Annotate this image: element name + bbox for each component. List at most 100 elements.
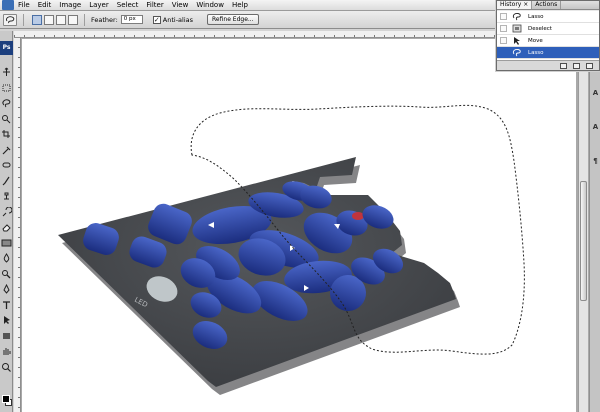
subtract-from-selection-button[interactable] — [56, 14, 66, 25]
menu-layer[interactable]: Layer — [85, 0, 113, 10]
history-brush-icon — [2, 206, 12, 216]
deselect-icon — [512, 24, 522, 33]
pen-icon — [3, 284, 10, 294]
gradient-tool[interactable] — [1, 238, 12, 248]
brush-icon — [2, 176, 10, 185]
history-panel: History × Actions Lasso Deselect Move Lasso — [496, 0, 600, 71]
menu-edit[interactable]: Edit — [34, 0, 56, 10]
clone-stamp-icon — [4, 192, 9, 200]
healing-brush-icon — [2, 162, 11, 168]
tab-history[interactable]: History × — [497, 1, 533, 9]
history-brush-tool[interactable] — [1, 206, 12, 217]
app-badge: Ps — [0, 41, 13, 55]
new-snapshot-icon[interactable] — [573, 62, 580, 69]
menu-file[interactable]: File — [14, 0, 34, 10]
separator — [23, 13, 24, 26]
brush-tool[interactable] — [1, 176, 12, 186]
vertical-ruler[interactable] — [14, 38, 21, 412]
zoom-icon — [2, 362, 11, 372]
feather-label: Feather: — [91, 15, 118, 24]
app-logo-icon — [2, 0, 14, 10]
dodge-tool[interactable] — [1, 269, 12, 279]
type-icon — [3, 300, 10, 309]
foreground-color-swatch[interactable] — [2, 395, 10, 403]
tool-preset-picker[interactable] — [3, 13, 17, 26]
feather-input[interactable]: 0 px — [120, 15, 143, 24]
lasso-tool[interactable] — [1, 98, 12, 108]
dodge-icon — [2, 269, 11, 278]
collapsed-panel-dock: A A ¶ — [589, 71, 600, 412]
gradient-icon — [1, 239, 12, 246]
lasso-icon — [512, 12, 522, 21]
menu-select[interactable]: Select — [113, 0, 143, 10]
menu-help[interactable]: Help — [228, 0, 252, 10]
marquee-icon — [2, 84, 11, 91]
remote-keypad-image: LED — [58, 104, 525, 395]
separator — [84, 13, 85, 26]
quick-selection-tool[interactable] — [1, 114, 12, 124]
vertical-scrollbar[interactable] — [578, 71, 588, 412]
history-brush-source-box[interactable] — [500, 37, 507, 44]
history-brush-source-box[interactable] — [500, 25, 507, 32]
tools-panel: Ps — [0, 31, 13, 412]
intersect-selection-button[interactable] — [68, 14, 78, 25]
history-state-label: Lasso — [528, 13, 544, 20]
move-icon — [512, 36, 522, 45]
character-panel-icon[interactable]: A — [591, 89, 600, 97]
antialias-label: Anti-alias — [162, 15, 194, 24]
crop-tool[interactable] — [1, 129, 12, 139]
zoom-tool[interactable] — [1, 362, 12, 372]
eraser-icon — [2, 224, 11, 232]
clone-stamp-tool[interactable] — [1, 191, 12, 201]
pen-tool[interactable] — [1, 284, 12, 294]
history-state-label: Lasso — [528, 49, 544, 56]
history-brush-source-box[interactable] — [500, 13, 507, 20]
history-state[interactable]: Move — [497, 35, 599, 47]
scrollbar-thumb[interactable] — [580, 181, 587, 301]
photoshop-window: File Edit Image Layer Select Filter View… — [0, 0, 600, 412]
type-tool[interactable] — [1, 300, 12, 310]
move-icon — [3, 67, 10, 76]
move-tool[interactable] — [1, 67, 12, 77]
history-state-label: Move — [528, 37, 543, 44]
refine-edge-button[interactable]: Refine Edge... — [207, 14, 259, 25]
history-footer — [497, 60, 599, 70]
hand-icon — [3, 348, 11, 355]
panel-tab-bar: History × Actions — [497, 1, 599, 10]
menu-window[interactable]: Window — [192, 0, 228, 10]
paragraph-panel-icon[interactable]: ¶ — [591, 157, 600, 165]
history-brush-source-box[interactable] — [500, 49, 507, 56]
marquee-tool[interactable] — [1, 83, 12, 93]
delete-state-icon[interactable] — [586, 62, 593, 69]
history-state[interactable]: Deselect — [497, 23, 599, 35]
healing-brush-tool[interactable] — [1, 160, 12, 170]
history-state-label: Deselect — [528, 25, 552, 32]
document-canvas[interactable]: LED — [22, 39, 576, 412]
hand-tool[interactable] — [1, 346, 12, 356]
history-state[interactable]: Lasso — [497, 47, 599, 59]
antialias-checkbox[interactable]: ✓ — [152, 15, 161, 24]
menu-filter[interactable]: Filter — [142, 0, 167, 10]
menu-view[interactable]: View — [168, 0, 193, 10]
eraser-tool[interactable] — [1, 222, 12, 232]
quick-selection-icon — [2, 114, 11, 123]
new-selection-button[interactable] — [32, 14, 42, 25]
eyedropper-icon — [2, 146, 11, 154]
new-document-from-state-icon[interactable] — [560, 62, 567, 69]
shape-tool[interactable] — [1, 331, 12, 341]
shape-icon — [3, 332, 10, 339]
history-list: Lasso Deselect Move Lasso — [497, 11, 599, 60]
path-selection-icon — [4, 316, 10, 324]
lasso-icon — [6, 15, 15, 23]
history-state[interactable]: Lasso — [497, 11, 599, 23]
crop-icon — [2, 130, 10, 138]
blur-tool[interactable] — [1, 253, 12, 263]
lasso-icon — [512, 48, 522, 57]
lasso-icon — [2, 99, 11, 108]
add-to-selection-button[interactable] — [44, 14, 54, 25]
menu-image[interactable]: Image — [55, 0, 85, 10]
tab-actions[interactable]: Actions — [532, 1, 562, 9]
character-styles-icon[interactable]: A — [591, 123, 600, 131]
eyedropper-tool[interactable] — [1, 145, 12, 155]
path-selection-tool[interactable] — [1, 315, 12, 325]
